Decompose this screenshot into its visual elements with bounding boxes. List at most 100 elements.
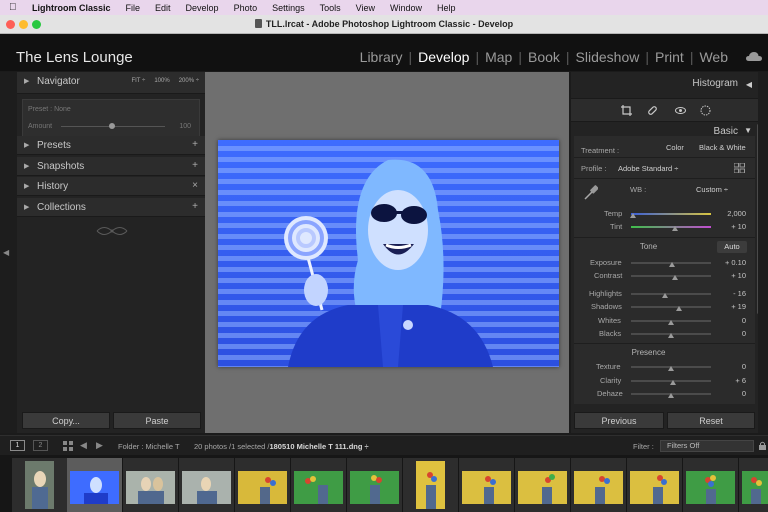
menu-app-name[interactable]: Lightroom Classic: [32, 3, 111, 13]
menu-develop[interactable]: Develop: [186, 3, 219, 13]
tone-auto-button[interactable]: Auto: [717, 241, 747, 253]
filter-lock-icon[interactable]: [759, 441, 766, 450]
right-panel-edge[interactable]: [758, 72, 768, 433]
blacks-slider-knob[interactable]: [668, 333, 674, 338]
forward-arrow-icon[interactable]: ▶: [96, 440, 103, 451]
add-collection-button[interactable]: +: [192, 201, 198, 212]
treatment-bw-button[interactable]: Black & White: [699, 143, 746, 152]
crop-tool-icon[interactable]: [621, 105, 632, 116]
temp-slider-knob[interactable]: [629, 213, 636, 218]
exposure-value[interactable]: + 0.10: [706, 258, 746, 267]
highlights-slider-knob[interactable]: [661, 293, 668, 298]
blacks-value[interactable]: 0: [706, 329, 746, 338]
filmstrip-thumbnail[interactable]: [403, 458, 458, 512]
menu-file[interactable]: File: [126, 3, 141, 13]
menu-photo[interactable]: Photo: [234, 3, 258, 13]
filmstrip-source[interactable]: Folder : Michelle T: [118, 442, 180, 451]
paste-settings-button[interactable]: Paste: [113, 412, 201, 429]
zoom-100[interactable]: 100%: [154, 78, 169, 84]
filmstrip-thumbnail[interactable]: [347, 458, 402, 512]
tint-slider-track[interactable]: [631, 226, 711, 228]
previous-settings-button[interactable]: Previous: [574, 412, 664, 429]
filmstrip-thumbnail[interactable]: [459, 458, 514, 512]
texture-value[interactable]: 0: [706, 362, 746, 371]
menu-help[interactable]: Help: [437, 3, 456, 13]
highlights-slider-track[interactable]: [631, 293, 711, 295]
clarity-slider-knob[interactable]: [670, 380, 677, 385]
texture-slider-knob[interactable]: [668, 366, 674, 371]
collections-header[interactable]: ▶ Collections +: [17, 198, 205, 217]
contrast-value[interactable]: + 10: [706, 271, 746, 280]
shadows-value[interactable]: + 19: [706, 302, 746, 311]
module-web[interactable]: Web: [693, 49, 734, 65]
module-print[interactable]: Print: [649, 49, 690, 65]
navigator-header[interactable]: ▶ Navigator FIT ÷ 100% 200% ÷: [17, 72, 205, 94]
profile-browser-icon[interactable]: [734, 163, 745, 173]
module-library[interactable]: Library: [354, 49, 409, 65]
menu-settings[interactable]: Settings: [272, 3, 305, 13]
second-window-button[interactable]: 2: [33, 440, 48, 451]
back-arrow-icon[interactable]: ◀: [80, 440, 87, 451]
zoom-fit[interactable]: FIT ÷: [131, 78, 145, 84]
copy-settings-button[interactable]: Copy...: [22, 412, 110, 429]
dehaze-value[interactable]: 0: [706, 389, 746, 398]
menu-window[interactable]: Window: [390, 3, 422, 13]
image-canvas[interactable]: [205, 72, 569, 433]
amount-slider-knob[interactable]: [109, 123, 115, 129]
filter-select[interactable]: Filters Off: [660, 440, 754, 452]
shadows-slider-track[interactable]: [631, 306, 711, 308]
presets-header[interactable]: ▶ Presets +: [17, 136, 205, 155]
tint-slider-knob[interactable]: [672, 226, 678, 231]
clarity-value[interactable]: + 6: [706, 376, 746, 385]
profile-select[interactable]: Adobe Standard ÷: [618, 164, 678, 173]
filmstrip-thumbnail[interactable]: [179, 458, 234, 512]
filmstrip-thumbnail[interactable]: [515, 458, 570, 512]
temp-slider-track[interactable]: [631, 213, 711, 215]
filmstrip-thumbnail[interactable]: [235, 458, 290, 512]
apple-icon[interactable]: : [9, 2, 23, 13]
treatment-color-button[interactable]: Color: [666, 143, 684, 152]
exposure-slider-knob[interactable]: [668, 262, 675, 267]
clear-history-button[interactable]: ×: [192, 180, 198, 191]
filmstrip-thumbnail[interactable]: [739, 458, 768, 512]
history-header[interactable]: ▶ History ×: [17, 177, 205, 196]
highlights-value[interactable]: - 16: [706, 289, 746, 298]
filmstrip-thumbnail[interactable]: [683, 458, 738, 512]
whites-slider-knob[interactable]: [668, 320, 674, 325]
whites-value[interactable]: 0: [706, 316, 746, 325]
filmstrip-thumbnail[interactable]: [627, 458, 682, 512]
filmstrip-thumbnail[interactable]: [123, 458, 178, 512]
add-preset-button[interactable]: +: [192, 139, 198, 150]
zoom-200[interactable]: 200% ÷: [179, 78, 199, 84]
collapse-basic-icon[interactable]: ▼: [744, 126, 752, 135]
shadows-slider-knob[interactable]: [676, 306, 682, 311]
grid-view-icon[interactable]: [63, 441, 73, 451]
main-window-button[interactable]: 1: [10, 440, 25, 451]
contrast-slider-knob[interactable]: [672, 275, 678, 280]
cloud-icon[interactable]: [746, 52, 762, 61]
main-photo[interactable]: [218, 140, 559, 367]
menu-edit[interactable]: Edit: [155, 3, 171, 13]
collapse-histogram-icon[interactable]: ◀: [746, 80, 752, 89]
filmstrip-thumbnail[interactable]: [291, 458, 346, 512]
menu-view[interactable]: View: [356, 3, 375, 13]
filmstrip-thumbnail-selected[interactable]: [67, 458, 122, 512]
masking-icon[interactable]: [700, 105, 711, 116]
add-snapshot-button[interactable]: +: [192, 160, 198, 171]
filmstrip-thumbnail[interactable]: [571, 458, 626, 512]
temp-value[interactable]: 2,000: [706, 209, 746, 218]
collapse-left-icon[interactable]: ◀: [3, 248, 9, 257]
module-map[interactable]: Map: [479, 49, 518, 65]
menu-tools[interactable]: Tools: [320, 3, 341, 13]
module-book[interactable]: Book: [522, 49, 566, 65]
left-panel-edge[interactable]: ◀: [0, 72, 17, 433]
module-slideshow[interactable]: Slideshow: [570, 49, 646, 65]
red-eye-icon[interactable]: [675, 105, 686, 116]
tint-value[interactable]: + 10: [706, 222, 746, 231]
dehaze-slider-knob[interactable]: [668, 393, 674, 398]
wb-select[interactable]: Custom ÷: [696, 185, 728, 194]
white-balance-eyedropper-icon[interactable]: [584, 184, 598, 200]
contrast-slider-track[interactable]: [631, 275, 711, 277]
reset-button[interactable]: Reset: [667, 412, 755, 429]
snapshots-header[interactable]: ▶ Snapshots +: [17, 157, 205, 176]
